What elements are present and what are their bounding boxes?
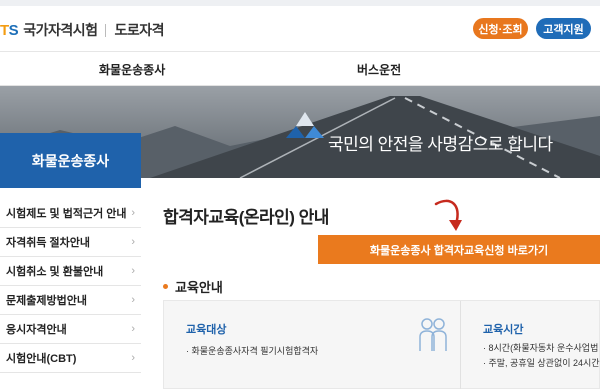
chevron-right-icon: › — [131, 294, 135, 306]
card-target: 교육대상 · 화물운송종사자격 필기시험합격자 — [164, 301, 459, 389]
side-menu-item[interactable]: 응시자격안내 › — [0, 315, 141, 344]
education-apply-button[interactable]: 화물운송종사 합격자교육신청 바로가기 — [318, 235, 600, 264]
logo-sub: 도로자격 — [114, 22, 164, 38]
section-title: 교육안내 — [163, 277, 223, 296]
chevron-right-icon: › — [131, 323, 135, 335]
card-line: · 주말, 공휴일 상관없이 24시간 본 — [483, 358, 600, 368]
banner-slogan: 국민의 안전을 사명감으로 합니다 — [328, 135, 553, 154]
logo-mark: TS — [0, 21, 19, 39]
side-menu-title: 화물운송종사 — [0, 133, 141, 188]
nav-item-bus[interactable]: 버스운전 — [357, 61, 401, 78]
people-icon — [419, 318, 447, 351]
card-line: · 화물운송종사자격 필기시험합격자 — [186, 346, 319, 356]
chevron-right-icon: › — [131, 236, 135, 248]
apply-inquiry-button[interactable]: 신청·조회 — [473, 18, 528, 39]
side-menu-item[interactable]: 시험제도 및 법적근거 안내 › — [0, 199, 141, 228]
main-nav: 화물운송종사 버스운전 — [0, 52, 600, 86]
chevron-right-icon: › — [131, 265, 135, 277]
logo-brand: 국가자격시험 — [23, 22, 98, 38]
side-menu: 시험제도 및 법적근거 안내 › 자격취득 절차안내 › 시험취소 및 환불안내 › … — [0, 199, 141, 373]
logo-divider — [105, 23, 107, 37]
side-menu-item[interactable]: 자격취득 절차안내 › — [0, 228, 141, 257]
card-time: 교육시간 · 8시간(화물자동차 운수사업법 시 · 주말, 공휴일 상관없이 … — [460, 301, 600, 389]
page-title: 합격자교육(온라인) 안내 — [163, 208, 329, 227]
nav-item-cargo[interactable]: 화물운송종사 — [99, 61, 165, 78]
curved-arrow-icon — [434, 199, 462, 231]
site-logo[interactable]: TS 국가자격시험 도로자격 — [0, 20, 164, 40]
chevron-right-icon: › — [131, 352, 135, 364]
card-title: 교육대상 — [186, 324, 227, 336]
customer-support-button[interactable]: 고객지원 — [536, 18, 591, 39]
side-menu-item[interactable]: 시험안내(CBT) › — [0, 344, 141, 373]
education-info-box: 교육대상 · 화물운송종사자격 필기시험합격자 교육시간 · 8시간(화물자동차… — [163, 300, 600, 389]
header: TS 국가자격시험 도로자격 신청·조회 고객지원 — [0, 6, 600, 52]
side-menu-item[interactable]: 시험취소 및 환불안내 › — [0, 257, 141, 286]
side-menu-item[interactable]: 문제출제방법안내 › — [0, 286, 141, 315]
bullet-dot-icon — [163, 284, 168, 289]
card-line: · 8시간(화물자동차 운수사업법 시 — [483, 343, 600, 353]
chevron-right-icon: › — [131, 207, 135, 219]
card-title: 교육시간 — [483, 324, 524, 336]
